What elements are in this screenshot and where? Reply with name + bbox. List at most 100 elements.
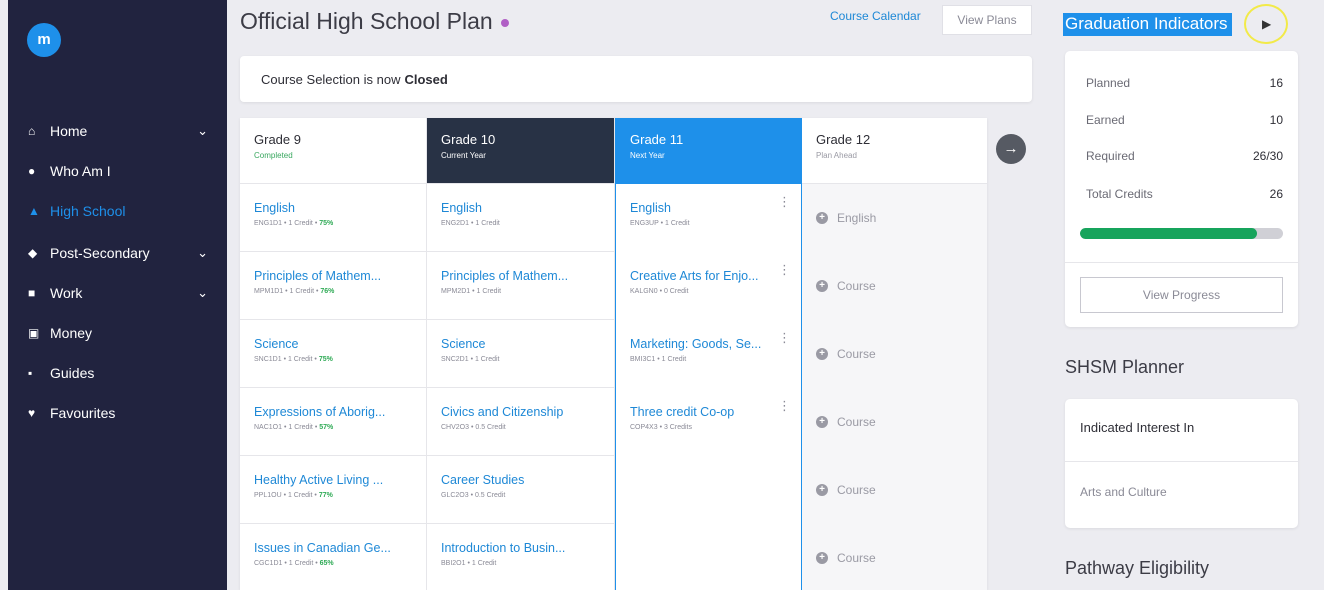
sidebar-item-home[interactable]: ⌂ Home ⌄ [28, 118, 218, 144]
course-code: KALGN0 [630, 288, 658, 295]
sidebar-item-label: Home [50, 123, 88, 139]
course-name-link[interactable]: Creative Arts for Enjo... [630, 269, 801, 283]
view-progress-button[interactable]: View Progress [1080, 277, 1283, 313]
briefcase-icon: ■ [28, 286, 36, 300]
grade-header[interactable]: Grade 11 Next Year [616, 118, 801, 184]
course-name-link[interactable]: Healthy Active Living ... [254, 473, 426, 487]
course-cell[interactable]: Career Studies GLC2O3 • 0.5 Credit [427, 456, 614, 524]
add-course-slot[interactable]: + English [802, 184, 987, 252]
interest-value[interactable]: Arts and Culture [1080, 485, 1167, 499]
course-cell[interactable]: Three credit Co-op COP4X3 • 3 Credits ⋮ [616, 388, 801, 456]
course-cell[interactable]: Science SNC1D1 • 1 Credit • 75% [240, 320, 426, 388]
course-cell[interactable]: Introduction to Busin... BBI2O1 • 1 Credi… [427, 524, 614, 590]
plus-circle-icon: + [816, 552, 828, 564]
graduation-cap-icon: ◆ [28, 246, 38, 260]
course-name-link[interactable]: Civics and Citizenship [441, 405, 614, 419]
grade-column: Grade 12 Plan Ahead + English + Course + Course… [802, 118, 987, 590]
course-credit: 1 Credit [665, 220, 690, 227]
notice-status: Closed [404, 71, 448, 87]
grade-status: Completed [254, 151, 293, 160]
course-name-link[interactable]: Introduction to Busin... [441, 541, 614, 555]
next-arrow-button[interactable]: → [996, 134, 1026, 164]
course-name-link[interactable]: Expressions of Aborig... [254, 405, 426, 419]
sidebar-item-high-school[interactable]: ▲ High School [28, 198, 218, 224]
course-credit: 1 Credit [661, 356, 687, 363]
course-cell[interactable]: Marketing: Goods, Se... BMI3C1 • 1 Credit… [616, 320, 801, 388]
course-code: COP4X3 [630, 424, 658, 431]
graduation-row: Total Credits 26 [1086, 187, 1283, 201]
course-cell[interactable]: Principles of Mathem... MPM2D1 • 1 Credit [427, 252, 614, 320]
chevron-down-icon[interactable]: ⌄ [197, 123, 208, 139]
course-cell[interactable]: Science SNC2D1 • 1 Credit [427, 320, 614, 388]
course-cell[interactable]: Healthy Active Living ... PPL1OU • 1 Cred… [240, 456, 426, 524]
course-name-link[interactable]: Three credit Co-op [630, 405, 801, 419]
grade-column: Grade 9 Completed English ENG1D1 • 1 Credit… [240, 118, 427, 590]
sidebar-item-favourites[interactable]: ♥ Favourites [28, 400, 218, 426]
course-name-link[interactable]: Principles of Mathem... [254, 269, 426, 283]
more-options-icon[interactable]: ⋮ [778, 399, 791, 412]
course-cell[interactable]: English ENG1D1 • 1 Credit • 75% [240, 184, 426, 252]
grade-header[interactable]: Grade 12 Plan Ahead [802, 118, 987, 184]
app-logo[interactable]: m [27, 23, 61, 57]
course-calendar-link[interactable]: Course Calendar [830, 9, 921, 23]
course-name-link[interactable]: Marketing: Goods, Se... [630, 337, 801, 351]
course-name-link[interactable]: English [254, 201, 426, 215]
grade-status: Plan Ahead [816, 151, 857, 160]
course-name-link[interactable]: English [441, 201, 614, 215]
course-cell[interactable]: Issues in Canadian Ge... CGC1D1 • 1 Credi… [240, 524, 426, 590]
sidebar-item-label: Post-Secondary [50, 245, 150, 261]
graduation-row-value: 26 [1269, 187, 1283, 201]
sidebar-item-who-am-i[interactable]: ● Who Am I [28, 158, 218, 184]
course-cell[interactable]: Civics and Citizenship CHV2O3 • 0.5 Credi… [427, 388, 614, 456]
course-credit: 0.5 Credit [474, 492, 506, 499]
grade-status: Current Year [441, 151, 486, 160]
course-credit: 1 Credit [474, 356, 500, 363]
course-credit: 1 Credit [287, 492, 313, 499]
course-code: PPL1OU [254, 492, 282, 499]
person-icon: ● [28, 164, 36, 178]
course-cell[interactable]: Creative Arts for Enjo... KALGN0 • 0 Cred… [616, 252, 801, 320]
course-cell[interactable]: English ENG3UP • 1 Credit ⋮ [616, 184, 801, 252]
add-course-slot[interactable]: + Course [802, 388, 987, 456]
course-cell[interactable]: Expressions of Aborig... NAC1O1 • 1 Credi… [240, 388, 426, 456]
slot-label: Course [837, 279, 876, 293]
sidebar-item-guides[interactable]: ▪ Guides [28, 360, 218, 386]
add-course-slot[interactable]: + Course [802, 252, 987, 320]
course-cell[interactable]: Principles of Mathem... MPM1D1 • 1 Credit… [240, 252, 426, 320]
course-grade: 57% [319, 424, 334, 431]
chevron-down-icon[interactable]: ⌄ [197, 245, 208, 261]
course-credit: 1 Credit [475, 220, 500, 227]
add-course-slot[interactable]: + Course [802, 320, 987, 388]
grade-header[interactable]: Grade 9 Completed [240, 118, 426, 184]
sidebar-item-post-secondary[interactable]: ◆ Post-Secondary ⌄ [28, 240, 218, 266]
course-name-link[interactable]: English [630, 201, 801, 215]
chevron-down-icon[interactable]: ⌄ [197, 285, 208, 301]
course-meta: GLC2O3 • 0.5 Credit [441, 492, 614, 499]
view-plans-button[interactable]: View Plans [942, 5, 1032, 35]
course-code: GLC2O3 [441, 492, 469, 499]
divider [1065, 262, 1298, 263]
course-cell[interactable]: English ENG2D1 • 1 Credit [427, 184, 614, 252]
course-name-link[interactable]: Science [441, 337, 614, 351]
course-meta: NAC1O1 • 1 Credit • 57% [254, 424, 426, 431]
add-course-slot[interactable]: + Course [802, 524, 987, 590]
course-name-link[interactable]: Career Studies [441, 473, 614, 487]
divider [1065, 461, 1298, 462]
status-dot [500, 18, 509, 27]
more-options-icon[interactable]: ⋮ [778, 331, 791, 344]
shsm-card: Indicated Interest In Arts and Culture [1065, 399, 1298, 528]
home-icon: ⌂ [28, 124, 36, 138]
course-grade: 75% [318, 356, 333, 363]
grade-header[interactable]: Grade 10 Current Year [427, 118, 614, 184]
course-credit: 1 Credit [288, 424, 313, 431]
more-options-icon[interactable]: ⋮ [778, 195, 791, 208]
course-name-link[interactable]: Principles of Mathem... [441, 269, 614, 283]
sidebar-item-label: Favourites [50, 405, 116, 421]
course-name-link[interactable]: Science [254, 337, 426, 351]
sidebar-item-work[interactable]: ■ Work ⌄ [28, 280, 218, 306]
sidebar-item-money[interactable]: ▣ Money [28, 320, 218, 346]
book-icon: ▪ [28, 366, 33, 380]
course-name-link[interactable]: Issues in Canadian Ge... [254, 541, 426, 555]
more-options-icon[interactable]: ⋮ [778, 263, 791, 276]
add-course-slot[interactable]: + Course [802, 456, 987, 524]
